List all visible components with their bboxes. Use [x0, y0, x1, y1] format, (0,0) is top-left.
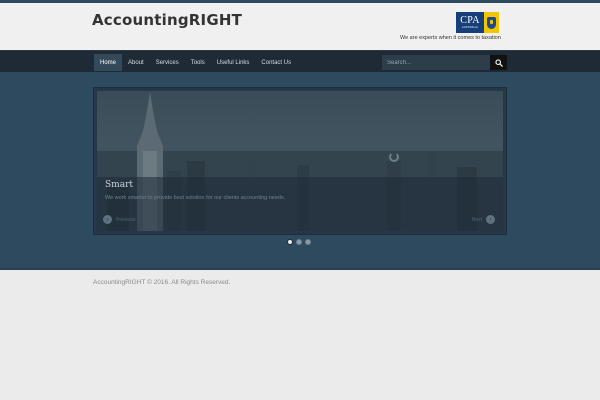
search-input[interactable] — [382, 55, 490, 70]
next-label: Next — [471, 216, 482, 223]
site-header: AccountingRIGHT CPA AUSTRALIA We are exp… — [0, 3, 600, 50]
nav-item-useful-links[interactable]: Useful Links — [211, 54, 256, 71]
nav-item-tools[interactable]: Tools — [185, 54, 211, 71]
caption-overlay — [97, 177, 503, 231]
tagline: We are experts when it comes to taxation — [400, 35, 501, 41]
slider-prev-button[interactable]: ‹ Previous — [103, 215, 135, 224]
nav-menu: Home About Services Tools Useful Links C… — [94, 54, 297, 71]
search-button[interactable] — [490, 55, 507, 70]
cpa-logo: CPA AUSTRALIA — [456, 12, 499, 33]
site-title[interactable]: AccountingRIGHT — [92, 11, 242, 29]
nav-item-home[interactable]: Home — [94, 54, 123, 71]
slider-pagination — [287, 239, 311, 245]
slide-image: Smart We work smarter to provide best so… — [97, 91, 503, 231]
slider-next-button[interactable]: Next › — [472, 215, 495, 224]
slide-title: Smart — [105, 180, 133, 190]
slider-dot-1[interactable] — [287, 239, 293, 245]
image-slider: Smart We work smarter to provide best so… — [93, 87, 507, 235]
cpa-logo-subtext: AUSTRALIA — [461, 25, 479, 29]
cpa-logo-text: CPA — [460, 14, 480, 26]
search-box — [382, 55, 507, 70]
main-navbar: Home About Services Tools Useful Links C… — [0, 50, 600, 72]
chevron-right-icon: › — [486, 215, 495, 224]
slide-description: We work smarter to provide best solution… — [105, 195, 286, 201]
loading-spinner-icon — [389, 152, 399, 162]
nav-item-services[interactable]: Services — [150, 54, 185, 71]
footer-copyright: AccountingRIGHT © 2016. All Rights Reser… — [93, 279, 231, 286]
crest-icon — [484, 12, 499, 33]
nav-item-contact-us[interactable]: Contact Us — [255, 54, 297, 71]
prev-label: Previous — [116, 216, 136, 223]
hero-section: Smart We work smarter to provide best so… — [0, 72, 600, 270]
nav-item-about[interactable]: About — [122, 54, 150, 71]
slider-dot-3[interactable] — [305, 239, 311, 245]
chevron-left-icon: ‹ — [103, 215, 112, 224]
search-icon — [494, 58, 503, 67]
slider-dot-2[interactable] — [296, 239, 302, 245]
